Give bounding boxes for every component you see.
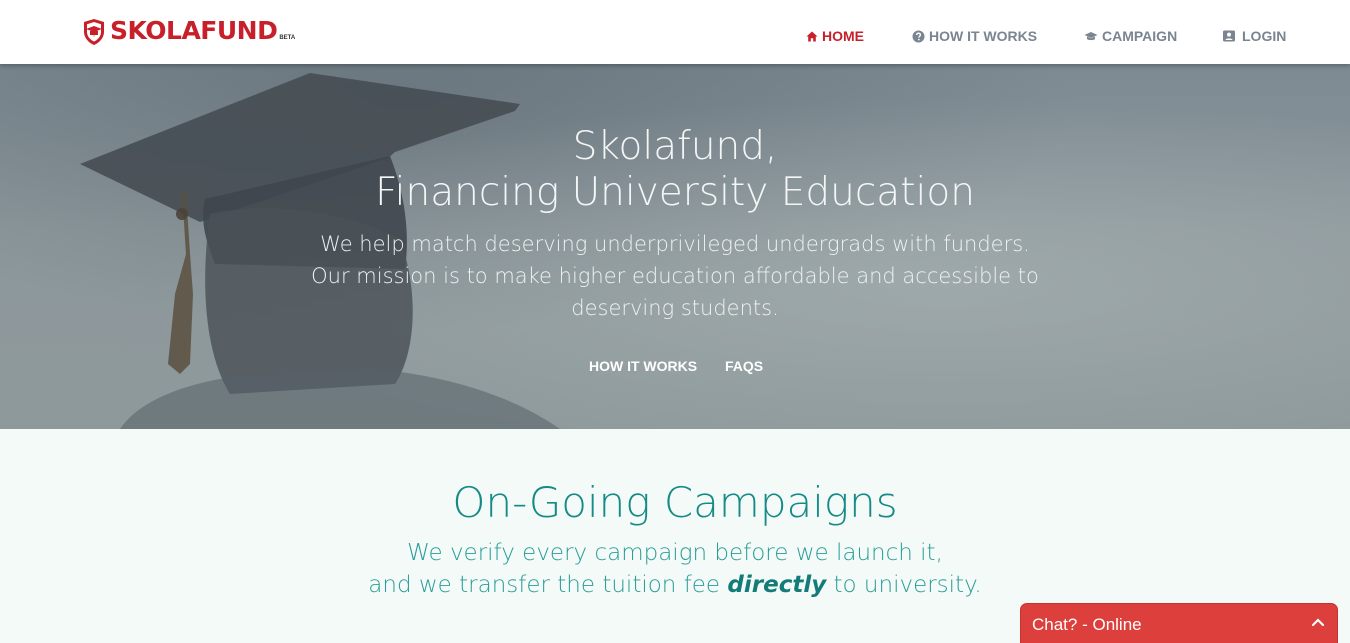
campaigns-subtitle-emphasis: directly <box>727 572 827 598</box>
nav-campaign[interactable]: CAMPAIGN <box>1084 28 1177 44</box>
chat-label: Chat? - Online <box>1032 615 1142 634</box>
shield-logo-icon <box>84 19 104 45</box>
campaigns-title: On-Going Campaigns <box>452 478 898 527</box>
hero-title-line-1: Skolafund, <box>572 124 778 169</box>
user-square-icon <box>1223 30 1235 42</box>
hero-how-it-works-button[interactable]: HOW IT WORKS <box>589 358 697 374</box>
campaigns-subtitle-line-1: We verify every campaign before we launc… <box>407 540 943 566</box>
chevron-up-icon[interactable] <box>1311 617 1325 627</box>
campaigns-subtitle-line-2: and we transfer the tuition fee directly… <box>0 572 1350 598</box>
nav-how-label: HOW IT WORKS <box>929 28 1038 44</box>
nav-how-it-works[interactable]: HOW IT WORKS <box>912 28 1037 44</box>
graduation-cap-icon <box>1084 31 1098 40</box>
navbar: SKOLAFUND BETA HOME HOW IT WORKS CAMPAIG… <box>0 0 1350 64</box>
campaigns-subtitle-after: to university. <box>826 572 982 598</box>
hero-subtitle-line-2: Our mission is to make higher education … <box>311 264 1039 288</box>
question-circle-icon <box>912 30 925 42</box>
brand-logo[interactable]: SKOLAFUND BETA <box>82 17 295 45</box>
campaigns-subtitle-before: and we transfer the tuition fee <box>368 572 728 598</box>
nav-login-label: LOGIN <box>1242 28 1287 44</box>
nav-home-label: HOME <box>822 28 864 44</box>
nav-campaign-label: CAMPAIGN <box>1102 28 1178 44</box>
hero-subtitle-line-1: We help match deserving underprivileged … <box>320 232 1030 256</box>
chat-widget[interactable]: Chat? - Online <box>1020 603 1338 643</box>
nav-login[interactable]: LOGIN <box>1222 28 1286 44</box>
home-icon <box>806 31 818 41</box>
hero-title-line-2: Financing University Education <box>375 170 975 215</box>
nav-home[interactable]: HOME <box>806 28 864 44</box>
hero-faqs-button[interactable]: FAQS <box>725 358 763 374</box>
hero-banner: Skolafund, Financing University Educatio… <box>0 64 1350 429</box>
hero-subtitle-line-3: deserving students. <box>571 296 779 320</box>
brand-name: SKOLAFUND <box>110 16 278 45</box>
beta-badge: BETA <box>279 35 296 41</box>
